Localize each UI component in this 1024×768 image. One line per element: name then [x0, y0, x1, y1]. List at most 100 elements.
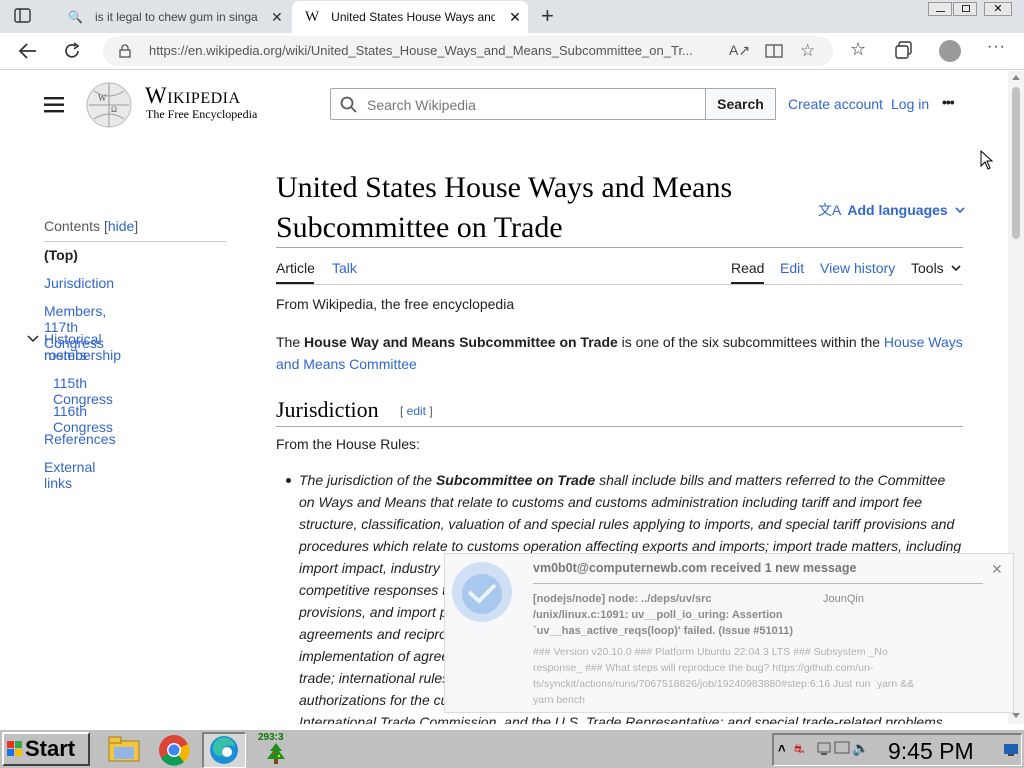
tray-monitor-icon[interactable]: [834, 741, 850, 757]
file-explorer-icon[interactable]: [108, 735, 140, 763]
tab-title: United States House Ways and: [331, 10, 496, 24]
intro-bold: House Way and Means Subcommittee on Trad…: [304, 334, 618, 350]
lock-icon[interactable]: [119, 44, 131, 58]
create-account-link[interactable]: Create account: [788, 96, 883, 112]
address-toolbar: https://en.wikipedia.org/wiki/United_Sta…: [0, 33, 1024, 70]
user-menu-icon[interactable]: •••: [942, 94, 955, 110]
volume-icon[interactable]: 🔈: [852, 740, 869, 757]
restore-button[interactable]: [953, 2, 977, 16]
browser-tab-wikipedia[interactable]: W United States House Ways and ✕: [292, 1, 528, 33]
add-favorite-icon[interactable]: ☆: [800, 41, 815, 61]
toc-item-references[interactable]: References: [44, 431, 116, 447]
title-divider: [276, 247, 963, 248]
read-aloud-icon[interactable]: A↗: [729, 42, 750, 59]
tabs-divider: [276, 284, 963, 285]
bullet-line-2: on Ways and Means that relate to customs…: [299, 494, 923, 510]
tab-read[interactable]: Read: [731, 260, 764, 276]
bullet-bold: Subcommittee on Trade: [435, 472, 596, 488]
toc-item-historical-rosters[interactable]: rosters: [44, 347, 87, 363]
settings-menu-icon[interactable]: ···: [987, 38, 1006, 56]
bullet-line1-post: shall include bills and matters referred…: [595, 472, 946, 488]
edge-icon: [209, 735, 239, 765]
tab-close-icon[interactable]: ✕: [271, 9, 283, 26]
browser-tab-search[interactable]: 🔍 is it legal to chew gum in singa ✕: [58, 1, 290, 33]
tray-expand-icon[interactable]: ˄: [778, 741, 786, 756]
refresh-icon[interactable]: [62, 41, 82, 61]
search-icon: [340, 96, 358, 114]
taskbar: Start 293:3 ˄ ⛐ 🔈 9:45 PM: [0, 728, 1024, 768]
start-button[interactable]: Start: [2, 732, 90, 766]
toc-hide-bracket-close: ]: [134, 218, 139, 234]
scrollbar-thumb[interactable]: [1012, 87, 1020, 239]
tab-edit[interactable]: Edit: [780, 260, 804, 276]
tray-security-icon[interactable]: ⛐: [794, 742, 804, 758]
mail-app-logo-icon: [449, 559, 515, 625]
tab-article[interactable]: Article: [276, 260, 315, 276]
address-bar[interactable]: https://en.wikipedia.org/wiki/United_Sta…: [103, 36, 833, 66]
search-favicon-icon: 🔍: [68, 10, 83, 24]
chevron-down-icon[interactable]: [27, 335, 39, 343]
clock[interactable]: 9:45 PM: [888, 738, 974, 765]
new-tab-button[interactable]: +: [541, 3, 554, 29]
page-title-line1: United States House Ways and Means: [276, 171, 733, 204]
close-window-button[interactable]: ✕: [984, 2, 1012, 16]
search-button[interactable]: Search: [705, 88, 776, 120]
wikipedia-tagline: The Free Encyclopedia: [146, 107, 258, 121]
toc-item-external-links[interactable]: External links: [44, 459, 95, 491]
toc-heading: Contents [hide]: [44, 218, 138, 234]
section-edit: [ edit ]: [400, 404, 433, 418]
scroll-up-icon[interactable]: [1012, 75, 1020, 80]
immersive-reader-icon[interactable]: [765, 43, 783, 59]
toc-item-jurisdiction[interactable]: Jurisdiction: [44, 275, 114, 291]
add-languages-button[interactable]: 文A Add languages: [818, 200, 965, 220]
tab-view-history[interactable]: View history: [820, 260, 895, 276]
toc-hide-link[interactable]: hide: [108, 218, 134, 234]
back-icon[interactable]: [18, 42, 38, 60]
notification-body-3: ts/synckit/actions/runs/7067518826/job/1…: [533, 678, 915, 690]
wikipedia-globe-logo[interactable]: WΩ: [84, 81, 134, 129]
tab-talk[interactable]: Talk: [332, 260, 357, 276]
minimize-button[interactable]: [928, 2, 952, 16]
mouse-cursor-icon: [980, 150, 994, 170]
page-title: United States House Ways and Means Subco…: [276, 168, 732, 248]
collections-icon[interactable]: [895, 41, 913, 59]
edit-bracket-close: ]: [426, 404, 433, 418]
section-edit-link[interactable]: edit: [407, 404, 426, 418]
tab-close-icon[interactable]: ✕: [509, 9, 521, 26]
notification-msg-2: /unix/linux.c:1091: uv__poll_io_uring: A…: [533, 609, 783, 621]
mail-notification[interactable]: vm0b0t@computernewb.com received 1 new m…: [444, 553, 1014, 713]
notification-divider: [533, 583, 983, 584]
login-link[interactable]: Log in: [891, 96, 929, 112]
url-text: https://en.wikipedia.org/wiki/United_Sta…: [149, 43, 693, 58]
show-desktop-icon[interactable]: [1004, 744, 1018, 756]
browser-tab-bar: 🔍 is it legal to chew gum in singa ✕ W U…: [0, 0, 1024, 33]
profile-avatar-icon[interactable]: [939, 40, 961, 62]
tray-network-icon[interactable]: [816, 741, 832, 757]
chevron-down-icon: [955, 206, 965, 214]
notification-title: vm0b0t@computernewb.com received 1 new m…: [533, 561, 857, 575]
add-languages-label: Add languages: [847, 202, 948, 218]
from-wikipedia: From Wikipedia, the free encyclopedia: [276, 296, 515, 312]
toc-item-top[interactable]: (Top): [44, 247, 78, 263]
edge-taskbar-button[interactable]: [202, 732, 246, 768]
search-input[interactable]: Search Wikipedia: [330, 88, 706, 120]
chrome-icon[interactable]: [158, 734, 190, 766]
tab-tools[interactable]: Tools: [911, 260, 944, 276]
toc-divider: [44, 241, 226, 242]
chevron-down-icon[interactable]: [951, 265, 961, 272]
notification-body-1: ### Version v20.10.0 ### Platform Ubuntu…: [533, 646, 888, 658]
bullet-dot: [286, 478, 291, 483]
scroll-down-icon[interactable]: [1012, 713, 1020, 718]
favorites-icon[interactable]: ☆: [850, 39, 866, 60]
tab-actions-icon[interactable]: [14, 8, 32, 24]
edit-bracket-open: [: [400, 404, 407, 418]
notification-body-4: yarn bench: [533, 694, 585, 706]
wikipedia-wordmark[interactable]: Wikipedia: [145, 83, 241, 109]
notification-body: ### Version v20.10.0 ### Platform Ubuntu…: [533, 644, 973, 708]
notification-close-icon[interactable]: ✕: [991, 561, 1003, 578]
search-placeholder: Search Wikipedia: [367, 97, 476, 113]
toc-title: Contents: [44, 218, 101, 234]
bullet-pre: The jurisdiction of the: [299, 472, 436, 488]
main-menu-icon[interactable]: [44, 97, 64, 113]
tree-badge[interactable]: 293:3: [256, 732, 296, 766]
